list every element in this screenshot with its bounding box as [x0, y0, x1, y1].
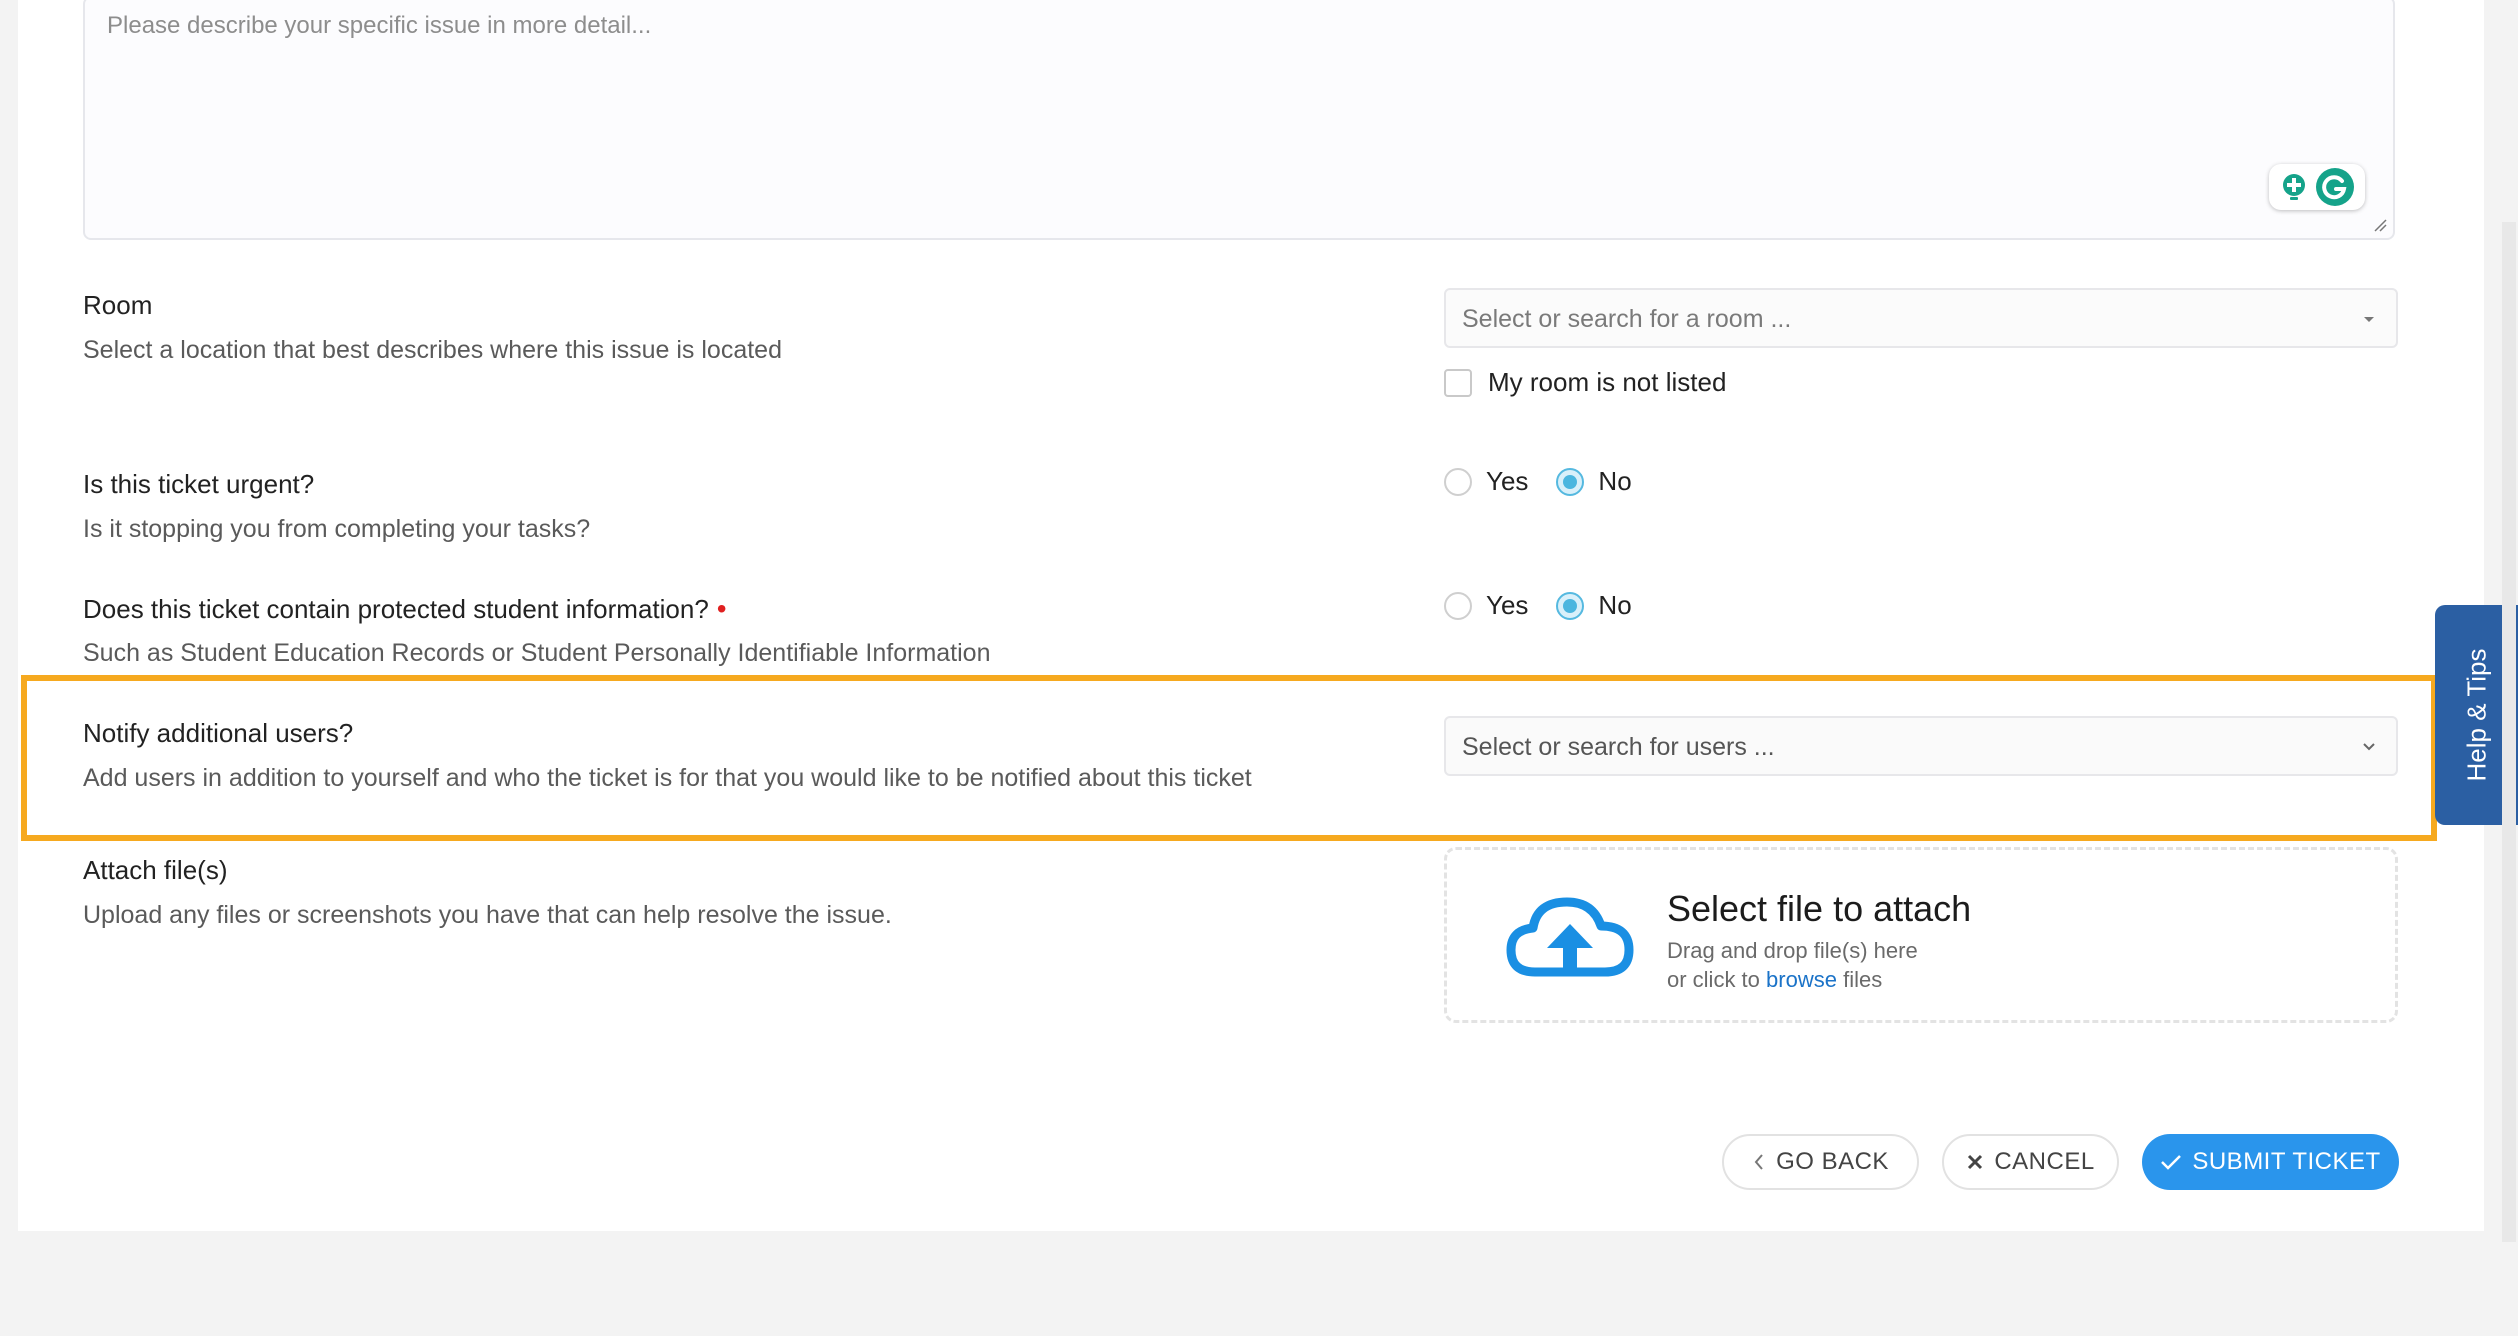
attach-label: Attach file(s)	[83, 855, 228, 885]
dropzone-instructions: Drag and drop file(s) here or click to b…	[1667, 936, 1918, 994]
grammarly-icon[interactable]	[2315, 167, 2355, 207]
protected-no-radio[interactable]	[1556, 591, 1585, 620]
go-back-button[interactable]: GO BACK	[1722, 1134, 1919, 1190]
protected-info-label: Does this ticket contain protected stude…	[83, 593, 727, 625]
room-not-listed-checkbox[interactable]	[1444, 368, 1472, 397]
urgent-description: Is it stopping you from completing your …	[83, 515, 591, 543]
urgent-label: Is this ticket urgent?	[83, 469, 315, 499]
urgent-yes-radio[interactable]	[1444, 467, 1472, 496]
urgent-no-label[interactable]: No	[1598, 466, 1631, 497]
go-back-label: GO BACK	[1776, 1148, 1889, 1175]
room-label: Room	[83, 290, 153, 320]
protected-info-description: Such as Student Education Records or Stu…	[83, 639, 991, 667]
resize-handle-icon[interactable]	[2371, 216, 2387, 232]
protected-no-label[interactable]: No	[1598, 590, 1631, 621]
protected-info-label-text: Does this ticket contain protected stude…	[83, 594, 709, 624]
protected-info-radio-group: Yes No	[1444, 590, 1660, 621]
urgent-no-radio[interactable]	[1556, 467, 1585, 496]
cancel-button[interactable]: CANCEL	[1942, 1134, 2119, 1190]
urgent-yes-label[interactable]: Yes	[1486, 466, 1528, 497]
room-description: Select a location that best describes wh…	[83, 336, 782, 364]
grammarly-suggest-icon[interactable]	[2279, 172, 2309, 202]
room-select[interactable]: Select or search for a room ...	[1444, 288, 2398, 348]
protected-yes-radio[interactable]	[1444, 591, 1472, 620]
highlight-box	[21, 675, 2437, 841]
dropzone-line-2-prefix: or click to	[1667, 967, 1760, 992]
submit-ticket-label: SUBMIT TICKET	[2192, 1148, 2381, 1175]
browse-link[interactable]: browse	[1766, 967, 1837, 992]
cancel-label: CANCEL	[1994, 1148, 2095, 1175]
issue-description-textarea[interactable]: Please describe your specific issue in m…	[83, 0, 2395, 240]
caret-down-icon	[2364, 317, 2374, 322]
required-marker: •	[716, 593, 727, 624]
page-scrollbar[interactable]	[2502, 222, 2516, 1242]
check-icon	[2160, 1153, 2182, 1171]
dropzone-line-2: or click to browse files	[1667, 965, 1918, 994]
protected-yes-label[interactable]: Yes	[1486, 590, 1528, 621]
room-not-listed-label[interactable]: My room is not listed	[1488, 367, 1726, 398]
submit-ticket-button[interactable]: SUBMIT TICKET	[2142, 1134, 2399, 1190]
room-select-placeholder: Select or search for a room ...	[1462, 305, 1792, 333]
grammarly-widget[interactable]	[2269, 164, 2365, 210]
close-icon	[1966, 1153, 1984, 1171]
dropzone-title: Select file to attach	[1667, 888, 1972, 929]
chevron-left-icon	[1752, 1152, 1766, 1172]
attach-description: Upload any files or screenshots you have…	[83, 901, 892, 929]
textarea-placeholder: Please describe your specific issue in m…	[107, 12, 652, 39]
help-tips-label: Help & Tips	[2461, 648, 2491, 782]
dropzone-line-2-suffix: files	[1843, 967, 1883, 992]
cloud-upload-icon	[1506, 897, 1634, 977]
urgent-radio-group: Yes No	[1444, 466, 1660, 497]
room-not-listed-option[interactable]: My room is not listed	[1444, 367, 1726, 398]
file-dropzone[interactable]: Select file to attach Drag and drop file…	[1444, 847, 2398, 1023]
dropzone-line-1: Drag and drop file(s) here	[1667, 938, 1918, 963]
